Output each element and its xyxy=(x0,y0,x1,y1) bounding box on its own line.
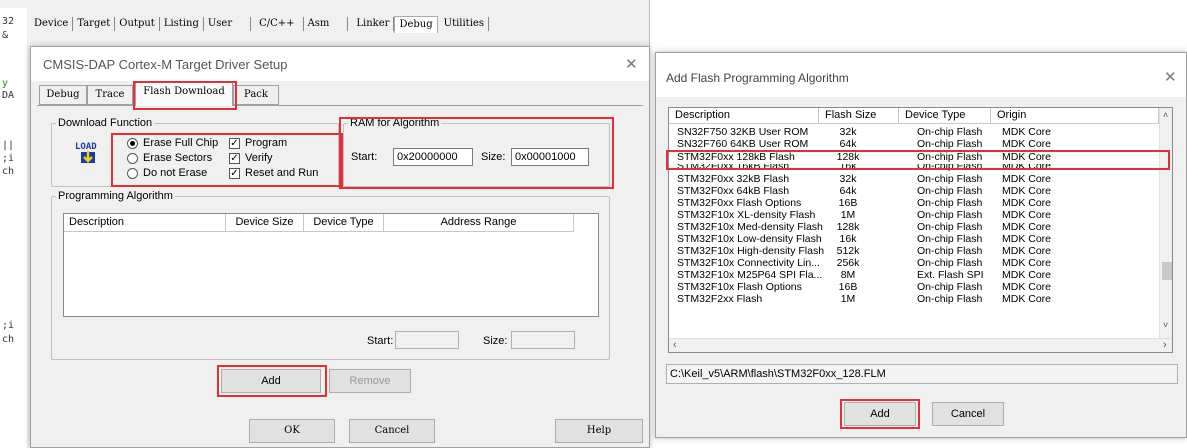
highlight-box xyxy=(840,399,920,429)
algo-start-input xyxy=(395,331,459,349)
dialog-title: Add Flash Programming Algorithm xyxy=(666,71,849,85)
driver-setup-dialog: CMSIS-DAP Cortex-M Target Driver Setup ✕… xyxy=(30,46,650,448)
column-device-size[interactable]: Device Size xyxy=(226,214,304,232)
list-item[interactable]: STM32F10x M25P64 SPI Fla... 8M Ext. Flash … xyxy=(669,269,1159,282)
code-fragment: ;i xyxy=(2,320,15,331)
code-fragment: || xyxy=(2,140,15,151)
tab-cpp[interactable]: C/C++ xyxy=(251,17,304,31)
remove-button[interactable]: Remove xyxy=(329,369,411,393)
code-fragment: ch xyxy=(2,166,15,177)
highlight-box xyxy=(133,81,237,110)
tab-target[interactable]: Target xyxy=(73,17,116,31)
tab-linker[interactable]: Linker xyxy=(352,17,395,31)
help-button[interactable]: Help xyxy=(555,419,643,443)
column-origin[interactable]: Origin xyxy=(991,108,1159,124)
list-item[interactable]: STM32F10x Med-density Flash 128k On-chip F… xyxy=(669,221,1159,234)
tab-asm[interactable]: Asm xyxy=(304,17,349,31)
column-description[interactable]: Description xyxy=(64,214,226,232)
scroll-left-icon[interactable]: ‹ xyxy=(673,339,677,351)
load-icon: LOAD xyxy=(73,139,103,165)
algo-size-input xyxy=(511,331,575,349)
list-item[interactable]: STM32F10x Connectivity Lin... 256k On-chip… xyxy=(669,257,1159,270)
list-item[interactable]: STM32F10x Flash Options 16B On-chip Flash M… xyxy=(669,281,1159,294)
column-description[interactable]: Description xyxy=(669,108,819,124)
options-tab-bar: Device Target Output Listing User C/C++ … xyxy=(30,12,489,36)
scroll-down-icon[interactable]: ˅ xyxy=(1163,320,1168,330)
tab-debug[interactable]: Debug xyxy=(39,85,87,105)
highlight-box xyxy=(339,117,614,189)
column-address-range[interactable]: Address Range xyxy=(384,214,574,232)
close-icon[interactable]: ✕ xyxy=(1164,68,1177,86)
cancel-button[interactable]: Cancel xyxy=(349,419,435,443)
tab-device[interactable]: Device xyxy=(30,17,74,31)
group-legend: Download Function xyxy=(58,117,153,129)
code-fragment: ;i xyxy=(2,153,15,164)
scroll-right-icon[interactable]: › xyxy=(1163,339,1167,351)
scroll-up-icon[interactable]: ˄ xyxy=(1163,110,1168,120)
code-fragment: y xyxy=(2,78,9,89)
flash-algorithm-list[interactable]: Description Flash Size Device Type Origi… xyxy=(668,107,1173,353)
tab-debug[interactable]: Debug xyxy=(394,15,438,33)
column-flash-size[interactable]: Flash Size xyxy=(819,108,899,124)
list-item[interactable]: STM32F10x XL-density Flash 1M On-chip Flas… xyxy=(669,209,1159,222)
list-item[interactable]: SN32F750 32KB User ROM 32k On-chip Flash MD… xyxy=(669,126,1159,139)
editor-code-strip: 32 & y DA || ;i ch ;i ch xyxy=(0,8,27,448)
code-fragment: ch xyxy=(2,334,15,345)
horizontal-scrollbar[interactable]: ‹ › xyxy=(669,338,1172,352)
highlight-box xyxy=(217,365,327,397)
tab-utilities[interactable]: Utilities xyxy=(440,17,489,31)
tab-pack[interactable]: Pack xyxy=(233,85,279,105)
group-legend: Programming Algorithm xyxy=(58,190,173,202)
dialog-title: CMSIS-DAP Cortex-M Target Driver Setup xyxy=(43,57,288,72)
column-device-type[interactable]: Device Type xyxy=(304,214,384,232)
algo-start-label: Start: xyxy=(367,335,394,347)
list-item[interactable]: STM32F2xx Flash 1M On-chip Flash MDK Core xyxy=(669,293,1159,306)
ok-button[interactable]: OK xyxy=(249,419,335,443)
algo-size-label: Size: xyxy=(483,335,508,347)
column-device-type[interactable]: Device Type xyxy=(899,108,991,124)
list-item[interactable]: SN32F760 64KB User ROM 64k On-chip Flash MD… xyxy=(669,138,1159,151)
vertical-scrollbar[interactable]: ˄ ˅ xyxy=(1159,108,1172,338)
close-icon[interactable]: ✕ xyxy=(625,55,638,73)
svg-text:LOAD: LOAD xyxy=(75,142,97,152)
code-fragment: & xyxy=(2,30,9,41)
list-item[interactable]: STM32F10x Low-density Flash 16k On-chip Fl… xyxy=(669,233,1159,246)
highlight-box xyxy=(666,150,1170,170)
list-item[interactable]: STM32F0xx Flash Options 16B On-chip Flash M… xyxy=(669,197,1159,210)
highlight-box xyxy=(111,133,343,187)
cancel-button[interactable]: Cancel xyxy=(932,402,1004,426)
tab-output[interactable]: Output xyxy=(115,17,160,31)
list-item[interactable]: STM32F0xx 32kB Flash 32k On-chip Flash MDK … xyxy=(669,173,1159,186)
scrollbar-thumb[interactable] xyxy=(1162,262,1172,280)
tab-listing[interactable]: Listing xyxy=(160,17,204,31)
tab-trace[interactable]: Trace xyxy=(87,85,133,105)
code-fragment: 32 xyxy=(2,16,15,27)
tab-user[interactable]: User xyxy=(204,17,252,31)
add-flash-algorithm-dialog: Add Flash Programming Algorithm ✕ Descri… xyxy=(655,52,1187,438)
list-item[interactable]: STM32F10x High-density Flash 512k On-chip … xyxy=(669,245,1159,258)
algorithm-path-field: C:\Keil_v5\ARM\flash\STM32F0xx_128.FLM xyxy=(666,364,1178,384)
tab-panel-border xyxy=(37,105,643,106)
code-fragment: DA xyxy=(2,90,15,101)
algorithm-list[interactable]: Description Device Size Device Type Addr… xyxy=(63,213,599,317)
list-item[interactable]: STM32F0xx 64kB Flash 64k On-chip Flash MDK … xyxy=(669,185,1159,198)
